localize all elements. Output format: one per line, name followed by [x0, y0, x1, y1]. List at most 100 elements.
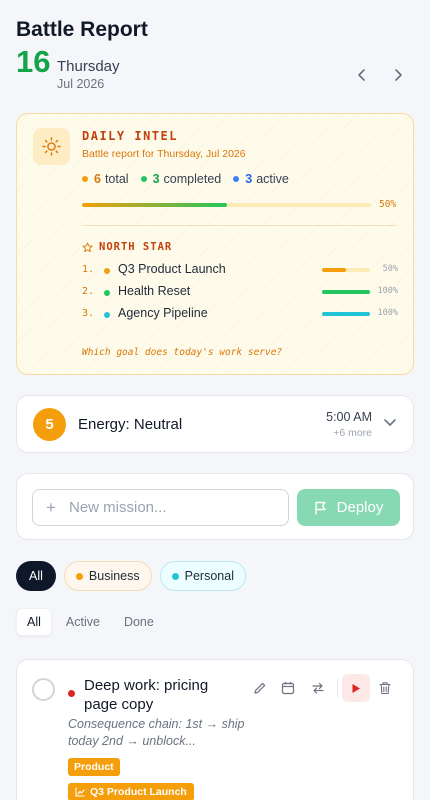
goal-progress-bar: [322, 312, 370, 316]
goal-name: Agency Pipeline: [118, 306, 208, 320]
sun-icon-box: [33, 128, 70, 165]
swap-icon: [312, 682, 324, 694]
day-number: 16: [16, 44, 51, 79]
goal-name: Health Reset: [118, 284, 191, 298]
category-filters: All Business Personal: [16, 561, 246, 591]
stat-total: 6 total: [82, 172, 129, 186]
goal-row[interactable]: 1. Q3 Product Launch 50%: [82, 262, 398, 280]
edit-button[interactable]: [248, 676, 272, 700]
intel-stats: 6 total 3 completed 3 active: [82, 172, 289, 186]
total-label: total: [104, 172, 129, 186]
prev-day-button[interactable]: [351, 66, 373, 88]
schedule-button[interactable]: [276, 676, 300, 700]
deploy-button[interactable]: Deploy: [297, 489, 400, 526]
tag-category: Product: [68, 758, 120, 776]
energy-time: 5:00 AM: [326, 410, 372, 424]
energy-more: +6 more: [333, 427, 372, 439]
task-card[interactable]: Deep work: pricing page copy Consequence…: [16, 659, 414, 800]
tab-all[interactable]: All: [16, 608, 52, 636]
daily-progress-bar: [82, 203, 371, 207]
action-separator: [337, 679, 338, 697]
goal-row[interactable]: 2. Health Reset 100%: [82, 284, 398, 302]
goal-dot: [104, 312, 110, 318]
intel-subtitle: Battle report for Thursday, Jul 2026: [82, 148, 246, 160]
start-task-button[interactable]: [342, 674, 370, 702]
page-title: Battle Report: [16, 18, 148, 41]
next-day-button[interactable]: [387, 66, 409, 88]
tab-done[interactable]: Done: [114, 608, 164, 636]
stat-completed: 3 completed: [140, 172, 222, 186]
completed-label: completed: [163, 172, 222, 186]
total-dot: [82, 176, 88, 182]
category-chip-personal[interactable]: Personal: [159, 561, 246, 591]
flag-icon: [314, 501, 326, 515]
new-mission-input[interactable]: [69, 490, 284, 525]
trash-icon: [379, 682, 391, 695]
chevron-left-icon: [358, 69, 365, 81]
active-label: active: [256, 172, 289, 186]
goal-percent: 100%: [377, 308, 398, 318]
task-complete-checkbox[interactable]: [32, 678, 55, 701]
active-count: 3: [245, 172, 253, 186]
goal-row[interactable]: 3. Agency Pipeline 100%: [82, 306, 398, 324]
total-count: 6: [94, 172, 101, 186]
category-chip-all[interactable]: All: [16, 561, 56, 591]
completed-dot: [140, 176, 147, 182]
business-dot: [75, 572, 83, 580]
daily-intel-card: DAILY INTEL Battle report for Thursday, …: [16, 113, 414, 375]
new-mission-field[interactable]: +: [32, 489, 289, 526]
energy-level-badge: 5: [33, 408, 66, 441]
plus-icon: +: [46, 498, 56, 517]
goal-progress-fill: [322, 290, 370, 294]
chip-label: All: [29, 569, 43, 583]
star-icon: [82, 241, 93, 252]
priority-dot: [68, 690, 75, 697]
tab-active[interactable]: Active: [56, 608, 110, 636]
month-year: Jul 2026: [57, 77, 105, 91]
energy-label: Energy: Neutral: [78, 416, 183, 433]
divider: [82, 225, 397, 226]
new-mission-card: + Deploy: [16, 473, 414, 540]
category-chip-business[interactable]: Business: [63, 561, 152, 591]
daily-progress-fill: [82, 203, 227, 207]
chart-icon: [75, 787, 85, 797]
chevron-down-icon[interactable]: [383, 415, 397, 429]
chip-label: Personal: [184, 569, 234, 583]
tag-goal-label: Q3 Product Launch: [90, 786, 187, 798]
goal-number: 3.: [82, 308, 95, 319]
calendar-icon: [281, 682, 295, 695]
goal-progress-bar: [322, 290, 370, 294]
intel-title: DAILY INTEL: [82, 129, 178, 143]
intel-question: Which goal does today's work serve?: [82, 347, 283, 358]
energy-card[interactable]: 5 Energy: Neutral 5:00 AM +6 more: [16, 395, 414, 453]
delete-button[interactable]: [373, 676, 397, 700]
swap-button[interactable]: [306, 676, 330, 700]
header: Battle Report 16 Thursday Jul 2026: [16, 18, 414, 94]
north-star-label: NORTH STAR: [99, 241, 173, 253]
sun-icon: [42, 137, 61, 156]
north-star-title: NORTH STAR: [82, 241, 172, 253]
goal-number: 1.: [82, 264, 95, 275]
tag-goal: Q3 Product Launch: [68, 783, 194, 800]
task-title: Deep work: pricing page copy: [84, 677, 209, 713]
goal-name: Q3 Product Launch: [118, 262, 226, 276]
goal-percent: 100%: [377, 286, 398, 296]
daily-progress-percent: 50%: [379, 199, 397, 210]
goal-percent: 50%: [382, 264, 398, 274]
edit-icon: [254, 682, 266, 694]
goal-dot: [104, 290, 110, 296]
play-icon: [352, 683, 360, 693]
stat-active: 3 active: [233, 172, 289, 186]
completed-count: 3: [152, 172, 160, 186]
goal-progress-fill: [322, 312, 370, 316]
task-description: Consequence chain: 1st → ship today 2nd …: [68, 717, 245, 748]
goal-progress-bar: [322, 268, 370, 272]
goal-number: 2.: [82, 286, 95, 297]
deploy-label: Deploy: [336, 499, 384, 516]
chevron-right-icon: [395, 69, 402, 81]
status-tabs: All Active Done: [16, 608, 164, 636]
personal-dot: [171, 572, 179, 580]
goal-progress-fill: [322, 268, 346, 272]
goal-dot: [104, 268, 110, 274]
active-dot: [233, 176, 240, 182]
